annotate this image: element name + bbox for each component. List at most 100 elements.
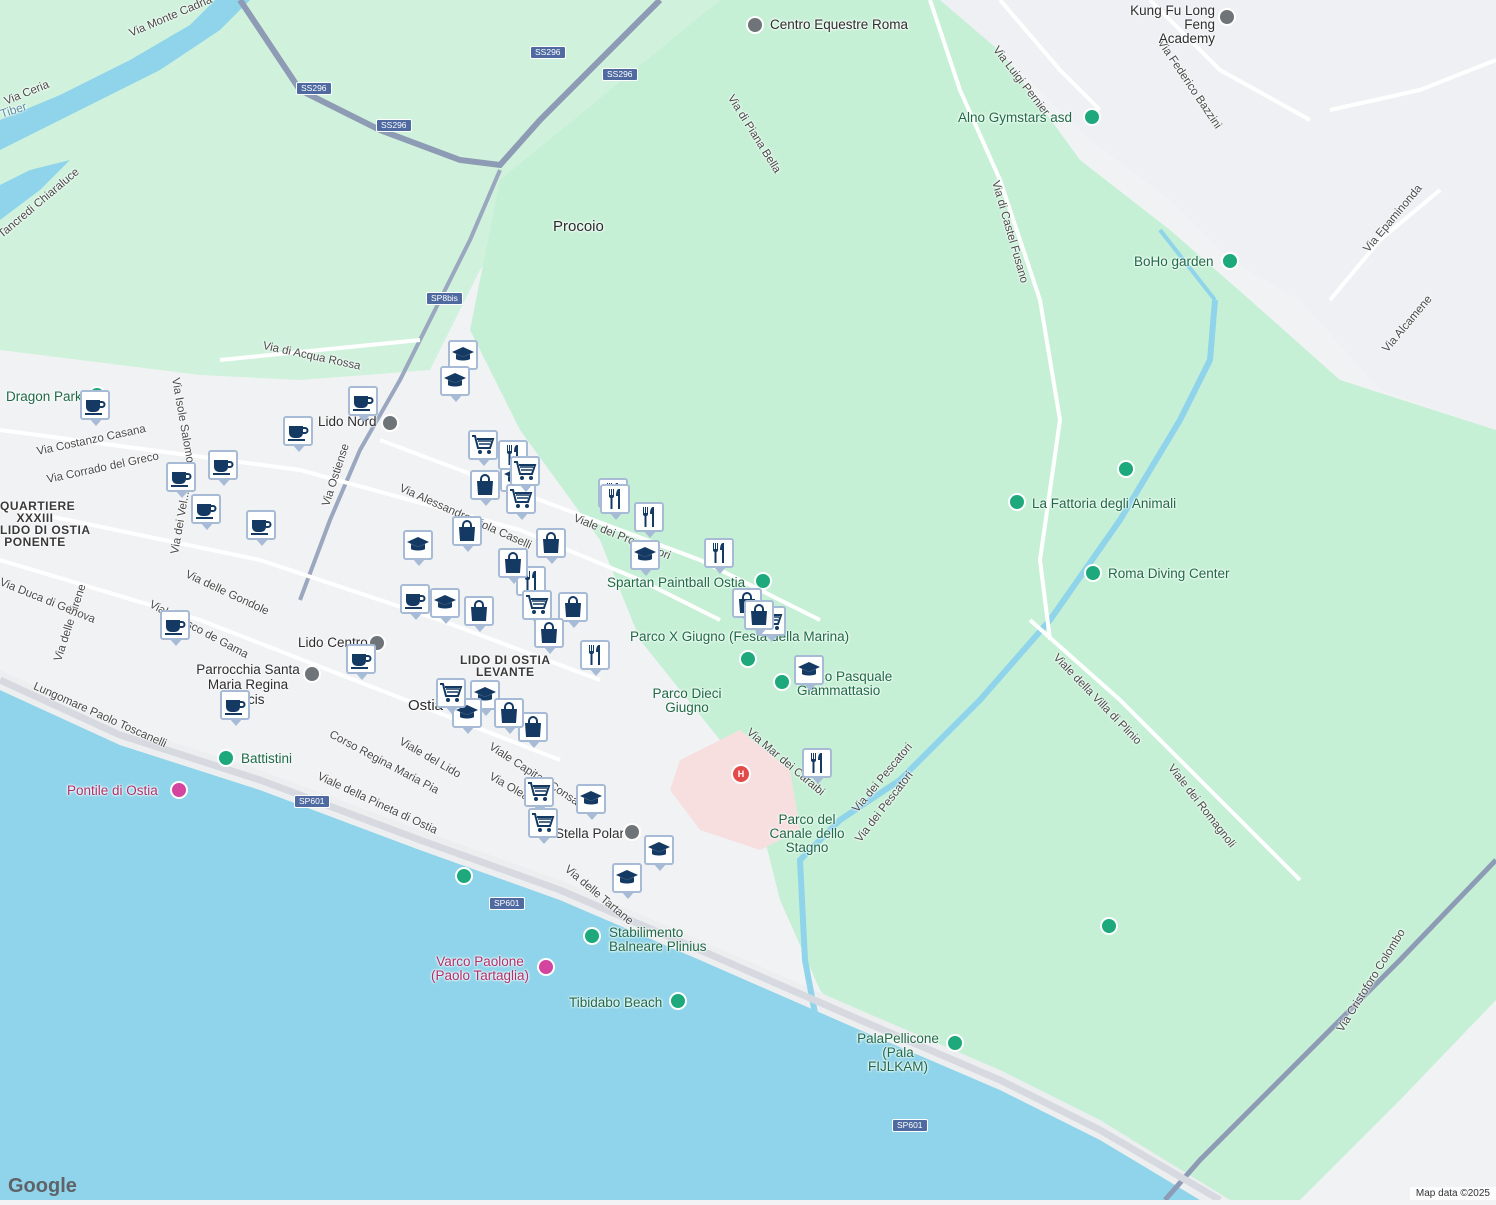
place-label[interactable]: Alno Gymstars asd bbox=[958, 110, 1072, 125]
school-marker[interactable] bbox=[612, 863, 646, 901]
google-logo: Google bbox=[8, 1175, 77, 1197]
place-label[interactable]: Tibidabo Beach bbox=[569, 995, 662, 1010]
place-label[interactable]: Varco Paolone (Paolo Tartaglia) bbox=[425, 955, 535, 983]
cafe-marker[interactable] bbox=[400, 584, 434, 622]
place-label[interactable]: Spartan Paintball Ostia bbox=[607, 575, 745, 590]
grocery-cart-icon bbox=[440, 683, 463, 702]
grocery-cart-icon bbox=[472, 435, 495, 454]
grocery-cart-marker[interactable] bbox=[510, 456, 544, 494]
hospital-icon[interactable]: H bbox=[731, 764, 751, 784]
church-icon[interactable] bbox=[303, 665, 321, 683]
place-label[interactable]: Roma Diving Center bbox=[1108, 566, 1230, 581]
school-marker[interactable] bbox=[630, 540, 664, 578]
shopping-bag-marker[interactable] bbox=[470, 470, 504, 508]
place-label[interactable]: La Fattoria degli Animali bbox=[1032, 496, 1176, 511]
area-label-quartiere: QUARTIERE XXXIII LIDO DI OSTIA PONENTE bbox=[0, 499, 91, 549]
camera-icon[interactable] bbox=[537, 958, 555, 976]
restaurant-marker[interactable] bbox=[634, 502, 668, 540]
cafe-marker[interactable] bbox=[220, 690, 254, 728]
grocery-cart-icon bbox=[514, 461, 537, 480]
shopping-bag-marker[interactable] bbox=[498, 548, 532, 586]
school-marker[interactable] bbox=[644, 835, 678, 873]
cafe-marker[interactable] bbox=[283, 416, 317, 454]
area-label-lido-levante: LIDO DI OSTIA LEVANTE bbox=[460, 653, 551, 679]
place-label[interactable]: PalaPellicone (Pala FIJLKAM) bbox=[852, 1032, 944, 1074]
school-marker[interactable] bbox=[794, 655, 828, 693]
cafe-icon bbox=[225, 700, 246, 715]
cafe-marker[interactable] bbox=[246, 510, 280, 548]
school-icon bbox=[407, 537, 429, 551]
shopping-bag-marker[interactable] bbox=[536, 528, 570, 566]
shopping-bag-marker[interactable] bbox=[744, 600, 778, 638]
sports-icon[interactable] bbox=[946, 1034, 964, 1052]
school-marker[interactable] bbox=[430, 588, 464, 626]
cafe-marker[interactable] bbox=[346, 644, 380, 682]
cafe-icon bbox=[405, 594, 426, 609]
tree-icon[interactable] bbox=[1100, 917, 1118, 935]
train-station-icon[interactable] bbox=[623, 823, 641, 841]
place-label[interactable]: Centro Equestre Roma bbox=[770, 17, 908, 32]
place-pin[interactable] bbox=[1218, 8, 1236, 26]
school-icon bbox=[444, 373, 466, 387]
grocery-cart-marker[interactable] bbox=[468, 430, 502, 468]
cafe-icon bbox=[288, 426, 309, 441]
restaurant-marker[interactable] bbox=[802, 748, 836, 786]
school-marker[interactable] bbox=[576, 784, 610, 822]
beach-icon[interactable] bbox=[583, 927, 601, 945]
park-icon[interactable] bbox=[1221, 252, 1239, 270]
cafe-marker[interactable] bbox=[80, 390, 114, 428]
place-label[interactable]: Pontile di Ostia bbox=[67, 783, 158, 798]
train-station-icon[interactable] bbox=[381, 414, 399, 432]
grocery-cart-marker[interactable] bbox=[528, 808, 562, 846]
place-label[interactable]: Kung Fu Long Feng Academy bbox=[1125, 4, 1215, 46]
restaurant-icon bbox=[642, 507, 654, 527]
place-label[interactable]: Stabilimento Balneare Plinius bbox=[609, 926, 719, 954]
playground-icon[interactable] bbox=[773, 673, 791, 691]
school-marker[interactable] bbox=[440, 366, 474, 404]
restaurant-marker[interactable] bbox=[704, 538, 738, 576]
place-pin[interactable] bbox=[746, 16, 764, 34]
beach-icon[interactable] bbox=[669, 992, 687, 1010]
grocery-cart-marker[interactable] bbox=[436, 678, 470, 716]
cafe-marker[interactable] bbox=[348, 386, 382, 424]
route-shield: SS296 bbox=[530, 46, 566, 59]
shopping-bag-icon bbox=[543, 532, 559, 553]
place-label[interactable]: Parco X Giugno (Festa della Marina) bbox=[630, 630, 849, 644]
shopping-bag-marker[interactable] bbox=[534, 618, 568, 656]
park-icon[interactable] bbox=[217, 749, 235, 767]
shopping-bag-icon bbox=[541, 622, 557, 643]
cafe-marker[interactable] bbox=[191, 494, 225, 532]
restaurant-marker[interactable] bbox=[580, 640, 614, 678]
cafe-marker[interactable] bbox=[160, 610, 194, 648]
map-canvas[interactable]: Procoio LIDO DI OSTIA LEVANTE QUARTIERE … bbox=[0, 0, 1496, 1204]
camping-icon[interactable] bbox=[1117, 460, 1135, 478]
restaurant-marker[interactable] bbox=[600, 484, 634, 522]
shopping-bag-marker[interactable] bbox=[494, 698, 528, 736]
diving-icon[interactable] bbox=[1084, 564, 1102, 582]
school-icon bbox=[648, 842, 670, 856]
place-label[interactable]: Dragon Park bbox=[6, 389, 82, 404]
place-label[interactable]: Parco Dieci Giugno bbox=[647, 687, 727, 715]
cafe-icon bbox=[196, 504, 217, 519]
animal-paw-icon[interactable] bbox=[1008, 493, 1026, 511]
place-label[interactable]: Stella Polare bbox=[555, 826, 632, 841]
park-icon[interactable] bbox=[739, 650, 757, 668]
grocery-cart-icon bbox=[532, 813, 555, 832]
cafe-marker[interactable] bbox=[208, 450, 242, 488]
map-attribution[interactable]: Map data ©2025 bbox=[1409, 1187, 1496, 1200]
school-icon bbox=[580, 791, 602, 805]
shopping-bag-marker[interactable] bbox=[464, 596, 498, 634]
cafe-icon bbox=[165, 620, 186, 635]
school-marker[interactable] bbox=[403, 530, 437, 568]
cafe-icon bbox=[213, 460, 234, 475]
shopping-bag-marker[interactable] bbox=[452, 516, 486, 554]
camera-icon[interactable] bbox=[170, 781, 188, 799]
area-label-procoio: Procoio bbox=[553, 218, 604, 235]
place-label[interactable]: Parco del Canale dello Stagno bbox=[764, 813, 850, 855]
place-label[interactable]: Battistini bbox=[241, 751, 292, 766]
grocery-cart-icon bbox=[528, 782, 551, 801]
restaurant-icon bbox=[608, 489, 620, 509]
gym-icon[interactable] bbox=[1083, 108, 1101, 126]
place-pin[interactable] bbox=[455, 867, 473, 885]
place-label[interactable]: BoHo garden bbox=[1134, 254, 1214, 269]
